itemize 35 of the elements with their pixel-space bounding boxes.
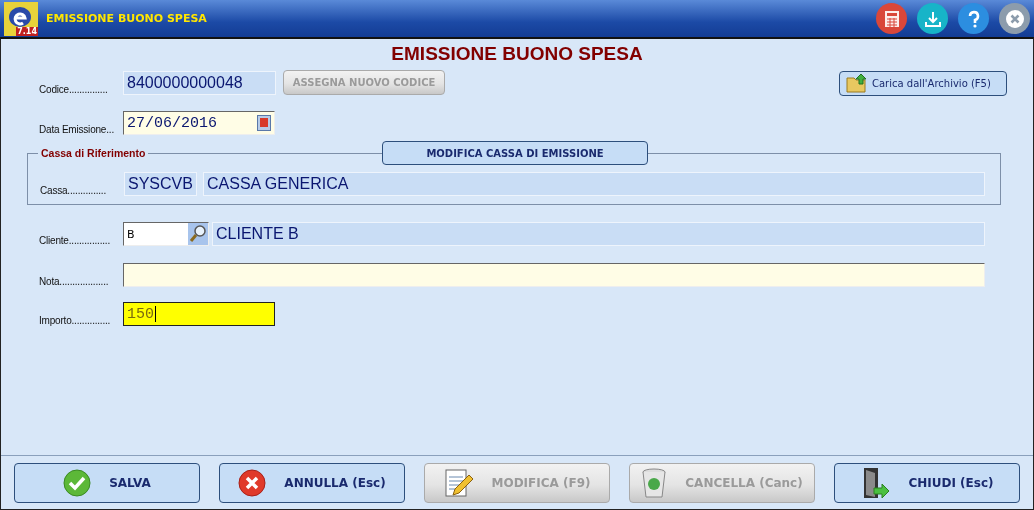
folder-icon	[846, 73, 868, 93]
close-button[interactable]: CHIUDI (Esc)	[834, 462, 1020, 503]
load-archive-button[interactable]: Carica dall'Archivio (F5)	[839, 70, 1007, 96]
app-logo-icon	[4, 1, 38, 36]
field-label: Cliente................	[39, 235, 110, 246]
window-title: EMISSIONE BUONO SPESA	[46, 12, 208, 25]
cancel-button[interactable]: ANNULLA (Esc)	[219, 462, 405, 503]
register-code-field: SYSCVB	[124, 172, 197, 196]
download-icon[interactable]	[917, 3, 948, 34]
form-heading: EMISSIONE BUONO SPESA	[390, 43, 644, 65]
group-legend: Cassa di Riferimento	[38, 147, 149, 159]
code-field: 8400000000048	[123, 71, 276, 95]
date-field[interactable]: 27/06/2016	[123, 111, 275, 135]
close-icon[interactable]	[999, 3, 1030, 34]
field-label: Data Emissione...	[39, 124, 114, 135]
client-name-field: CLIENTE B	[212, 222, 985, 246]
trash-bin-icon	[641, 466, 668, 499]
cross-icon	[238, 468, 267, 497]
check-icon	[63, 468, 92, 497]
edit-register-button[interactable]: MODIFICA CASSA DI EMISSIONE	[382, 141, 648, 165]
calendar-icon[interactable]	[257, 115, 271, 131]
version-badge: 7.14	[16, 26, 38, 36]
client-code-field[interactable]: B	[123, 222, 209, 246]
search-icon[interactable]	[188, 223, 208, 245]
calculator-icon[interactable]	[876, 3, 907, 34]
register-name-field: CASSA GENERICA	[203, 172, 985, 196]
amount-field[interactable]: 150	[123, 302, 275, 326]
help-icon[interactable]	[958, 3, 989, 34]
notepad-pencil-icon	[443, 466, 474, 499]
field-label: Cassa...............	[40, 185, 107, 196]
field-label: Nota...................	[39, 276, 109, 287]
field-label: Codice...............	[39, 84, 108, 95]
note-field[interactable]	[123, 263, 985, 287]
save-button[interactable]: SALVA	[14, 462, 200, 503]
field-label: Importo...............	[39, 315, 111, 326]
